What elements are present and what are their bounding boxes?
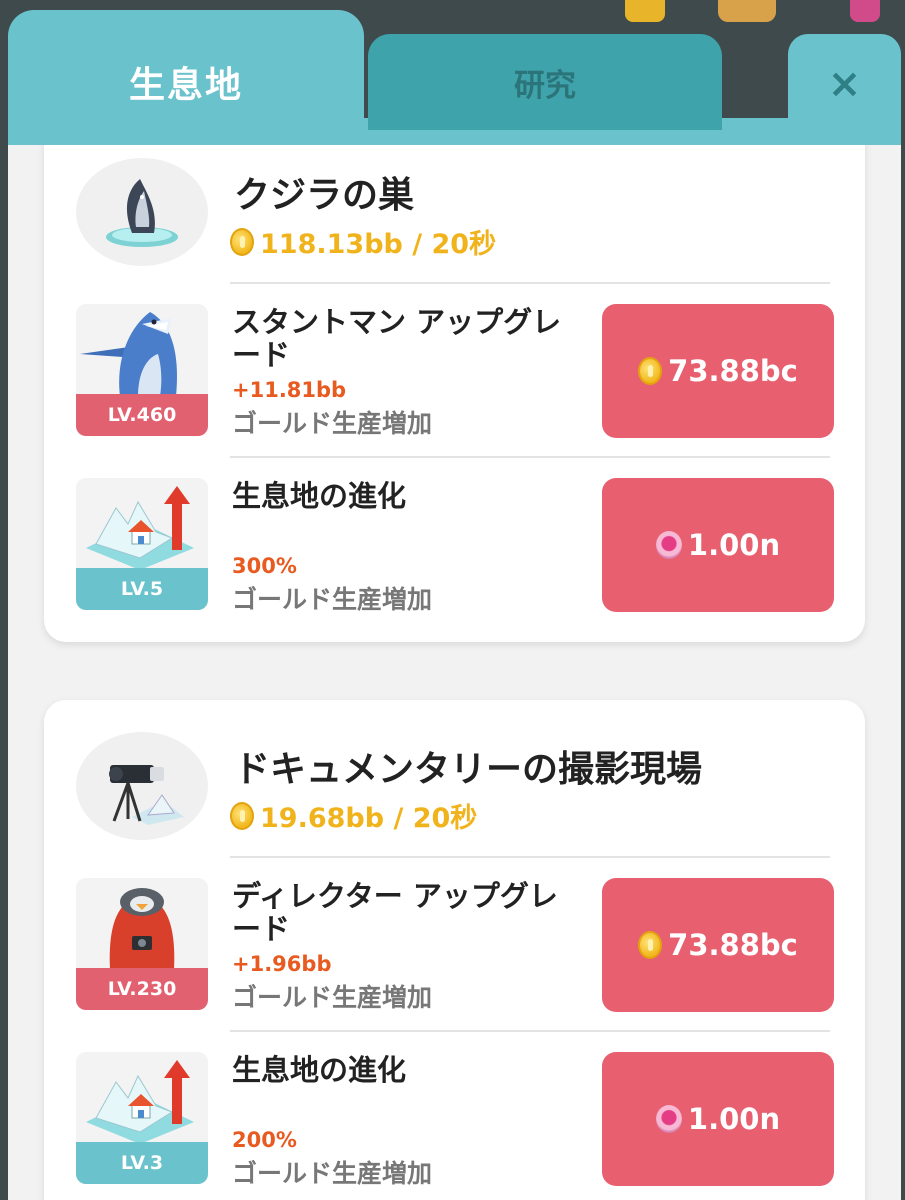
gold-rate: 118.13bb / 20秒 <box>230 222 496 261</box>
close-icon: × <box>827 61 862 107</box>
habitat-evolution-icon <box>76 1052 208 1144</box>
habitat-panel: クジラの巣 118.13bb / 20秒 LV.460 スタントマン アップグレ… <box>8 118 901 1200</box>
habitat-name: クジラの巣 <box>234 175 415 216</box>
upgrade-bonus: +11.81bb <box>232 378 347 402</box>
price-label: 1.00n <box>687 528 781 562</box>
upgrade-title: スタントマン アップグレード <box>232 305 562 372</box>
tab-research[interactable]: 研究 <box>368 34 722 130</box>
gold-rate-value: 19.68bb / 20秒 <box>260 803 478 834</box>
habitat-card: クジラの巣 118.13bb / 20秒 LV.460 スタントマン アップグレ… <box>44 122 865 642</box>
upgrade-buy-button[interactable]: 73.88bc <box>602 878 834 1012</box>
evolution-buy-button[interactable]: 1.00n <box>602 1052 834 1186</box>
tab-research-label: 研究 <box>514 67 576 104</box>
upgrade-buy-button[interactable]: 73.88bc <box>602 304 834 438</box>
pink-gem-icon <box>655 531 682 559</box>
upgrade-description: ゴールド生産増加 <box>232 983 433 1012</box>
price-label: 73.88bc <box>668 354 798 388</box>
level-badge: LV.460 <box>76 394 208 436</box>
gold-rate-value: 118.13bb / 20秒 <box>260 229 497 260</box>
habitat-name: ドキュメンタリーの撮影現場 <box>234 749 703 790</box>
habitat-evolution-thumb: LV.5 <box>76 478 208 610</box>
tab-habitat[interactable]: 生息地 <box>8 10 364 145</box>
upgrade-bonus: +1.96bb <box>232 952 332 976</box>
penguin-director-thumb: LV.230 <box>76 878 208 1010</box>
price-label: 73.88bc <box>668 928 798 962</box>
gold-coin-icon <box>230 801 254 830</box>
gold-coin-icon <box>230 227 254 256</box>
level-badge: LV.3 <box>76 1142 208 1184</box>
divider <box>230 1030 830 1032</box>
shark-stuntman-thumb: LV.460 <box>76 304 208 436</box>
price-label: 1.00n <box>687 1102 781 1136</box>
habitat-evolution-icon <box>76 478 208 570</box>
divider <box>230 856 830 858</box>
gold-rate: 19.68bb / 20秒 <box>230 796 477 835</box>
evolution-description: ゴールド生産増加 <box>232 585 433 614</box>
evolution-buy-button[interactable]: 1.00n <box>602 478 834 612</box>
habitat-card: ドキュメンタリーの撮影現場 19.68bb / 20秒 LV.230 ディレクタ… <box>44 700 865 1200</box>
upgrade-description: ゴールド生産増加 <box>232 409 433 438</box>
level-badge: LV.5 <box>76 568 208 610</box>
gold-coin-icon <box>638 931 663 959</box>
evolution-title: 生息地の進化 <box>232 1053 407 1087</box>
evolution-description: ゴールド生産増加 <box>232 1159 433 1188</box>
gold-coin-icon <box>638 357 663 385</box>
level-badge: LV.230 <box>76 968 208 1010</box>
close-button[interactable]: × <box>788 34 901 130</box>
upgrade-title: ディレクター アップグレード <box>232 879 558 946</box>
whale-nest-icon <box>76 158 208 266</box>
habitat-evolution-thumb: LV.3 <box>76 1052 208 1184</box>
penguin-director-icon <box>76 878 208 970</box>
tab-bar: 研究 生息地 × <box>8 10 901 145</box>
tab-habitat-label: 生息地 <box>128 65 243 106</box>
divider <box>230 456 830 458</box>
shark-stuntman-icon <box>76 304 208 396</box>
evolution-bonus: 300% <box>232 554 297 578</box>
evolution-title: 生息地の進化 <box>232 479 407 513</box>
evolution-bonus: 200% <box>232 1128 297 1152</box>
camera-site-icon <box>76 732 208 840</box>
divider <box>230 282 830 284</box>
pink-gem-icon <box>655 1105 682 1133</box>
